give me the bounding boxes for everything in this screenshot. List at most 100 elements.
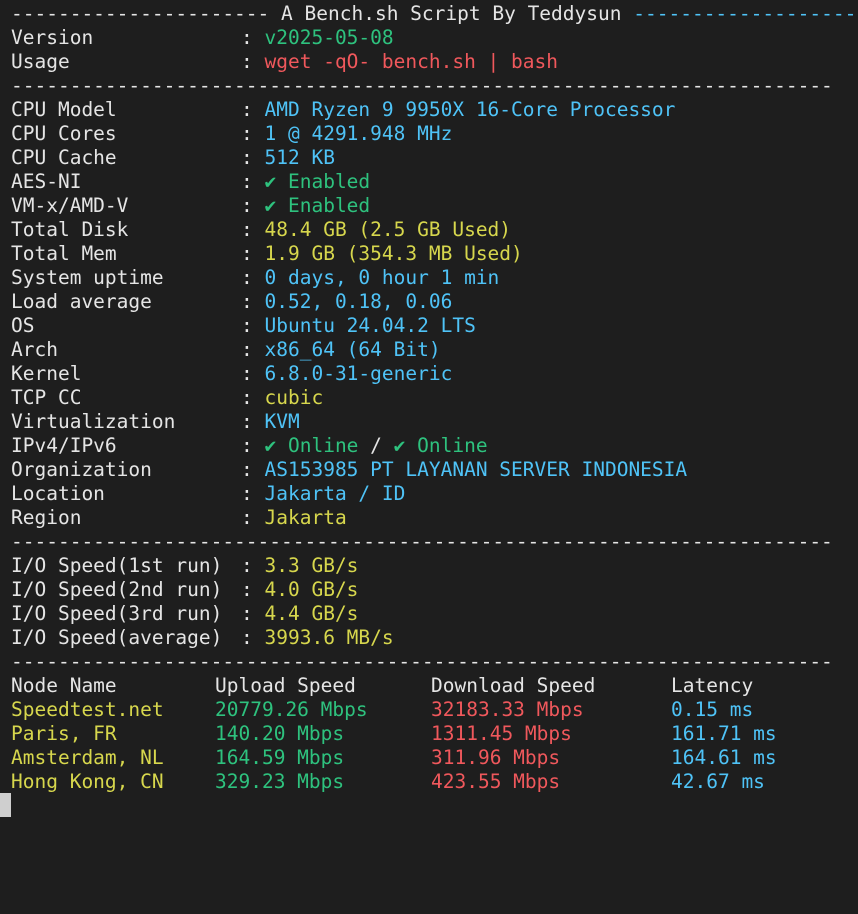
info-key: Total Disk	[11, 218, 129, 241]
latency: 42.67 ms	[671, 770, 765, 793]
info-colon: :	[241, 338, 253, 361]
info-row-load-average: Load average: 0.52, 0.18, 0.06	[11, 290, 452, 314]
header-left-dashes: ----------------------	[11, 2, 270, 25]
info-value: 1.9 GB (354.3 MB Used)	[264, 242, 523, 265]
info-key: AES-NI	[11, 170, 82, 193]
info-value: 0 days, 0 hour 1 min	[264, 266, 500, 289]
info-row-usage: Usage: wget -qO- bench.sh | bash	[11, 50, 558, 74]
info-key: Region	[11, 506, 82, 529]
info-key: OS	[11, 314, 35, 337]
info-row-cpu-model: CPU Model: AMD Ryzen 9 9950X 16-Core Pro…	[11, 98, 675, 122]
info-colon: :	[241, 314, 253, 337]
info-key: Load average	[11, 290, 152, 313]
info-value: ✔ Enabled	[264, 170, 371, 193]
col-header-download: Download Speed	[431, 674, 596, 697]
info-key: CPU Cores	[11, 122, 117, 145]
info-row-kernel: Kernel: 6.8.0-31-generic	[11, 362, 452, 386]
latency: 0.15 ms	[671, 698, 754, 721]
header-right-dashes: -------------------	[633, 2, 857, 25]
terminal-cursor[interactable]	[0, 793, 11, 817]
info-value: 6.8.0-31-generic	[264, 362, 453, 385]
info-value: v2025-05-08	[264, 26, 394, 49]
separator: ----------------------------------------…	[11, 530, 833, 553]
info-row-aes-ni: AES-NI: ✔ Enabled	[11, 170, 370, 194]
header-line: ---------------------- A Bench.sh Script…	[11, 2, 856, 26]
info-key: System uptime	[11, 266, 164, 289]
info-key: Location	[11, 482, 105, 505]
info-colon: :	[241, 602, 253, 625]
io-row-3rd: I/O Speed(3rd run): 4.4 GB/s	[11, 602, 358, 626]
upload-speed: 20779.26 Mbps	[215, 698, 368, 721]
node-name: Paris, FR	[11, 722, 117, 745]
info-colon: :	[241, 26, 253, 49]
info-row-uptime: System uptime: 0 days, 0 hour 1 min	[11, 266, 499, 290]
info-key: Total Mem	[11, 242, 117, 265]
io-key: I/O Speed(average)	[11, 626, 223, 649]
info-colon: :	[241, 170, 253, 193]
info-key: CPU Model	[11, 98, 117, 121]
upload-speed: 329.23 Mbps	[215, 770, 345, 793]
node-name: Speedtest.net	[11, 698, 164, 721]
io-value: 3.3 GB/s	[264, 554, 359, 577]
info-colon: :	[241, 290, 253, 313]
info-key: Version	[11, 26, 94, 49]
latency: 164.61 ms	[671, 746, 777, 769]
ipv6-status: ✔ Online	[393, 434, 488, 457]
io-row-1st: I/O Speed(1st run): 3.3 GB/s	[11, 554, 358, 578]
upload-speed: 164.59 Mbps	[215, 746, 345, 769]
info-value: 1 @ 4291.948 MHz	[264, 122, 453, 145]
io-value: 4.4 GB/s	[264, 602, 359, 625]
separator: ----------------------------------------…	[11, 650, 833, 673]
info-key: CPU Cache	[11, 146, 117, 169]
info-key: TCP CC	[11, 386, 82, 409]
table-row: Hong Kong, CN 329.23 Mbps 423.55 Mbps 42…	[11, 770, 851, 794]
info-colon: :	[241, 122, 253, 145]
col-header-upload: Upload Speed	[215, 674, 356, 697]
info-colon: :	[241, 194, 253, 217]
info-colon: :	[241, 458, 253, 481]
info-value: AS153985 PT LAYANAN SERVER INDONESIA	[264, 458, 688, 481]
info-row-total-mem: Total Mem: 1.9 GB (354.3 MB Used)	[11, 242, 523, 266]
table-row: Paris, FR 140.20 Mbps 1311.45 Mbps 161.7…	[11, 722, 851, 746]
info-row-organization: Organization: AS153985 PT LAYANAN SERVER…	[11, 458, 687, 482]
info-key: Kernel	[11, 362, 82, 385]
info-colon: :	[241, 218, 253, 241]
info-colon: :	[241, 554, 253, 577]
latency: 161.71 ms	[671, 722, 777, 745]
info-key: Usage	[11, 50, 70, 73]
info-row-vm-x: VM-x/AMD-V: ✔ Enabled	[11, 194, 370, 218]
info-value: KVM	[264, 410, 300, 433]
node-name: Amsterdam, NL	[11, 746, 164, 769]
info-row-cpu-cores: CPU Cores: 1 @ 4291.948 MHz	[11, 122, 452, 146]
info-key: Virtualization	[11, 410, 176, 433]
download-speed: 1311.45 Mbps	[431, 722, 572, 745]
info-value: ✔ Enabled	[264, 194, 371, 217]
info-row-region: Region: Jakarta	[11, 506, 347, 530]
info-value: Ubuntu 24.04.2 LTS	[264, 314, 476, 337]
io-row-2nd: I/O Speed(2nd run): 4.0 GB/s	[11, 578, 358, 602]
download-speed: 32183.33 Mbps	[431, 698, 584, 721]
info-value: 0.52, 0.18, 0.06	[264, 290, 453, 313]
table-row: Speedtest.net 20779.26 Mbps 32183.33 Mbp…	[11, 698, 851, 722]
col-header-latency: Latency	[671, 674, 754, 697]
separator: ----------------------------------------…	[11, 74, 833, 97]
download-speed: 423.55 Mbps	[431, 770, 561, 793]
info-colon: :	[241, 626, 253, 649]
info-value: cubic	[264, 386, 324, 409]
info-colon: :	[241, 266, 253, 289]
info-key: IPv4/IPv6	[11, 434, 117, 457]
info-value: Jakarta	[264, 506, 347, 529]
info-row-total-disk: Total Disk: 48.4 GB (2.5 GB Used)	[11, 218, 511, 242]
info-value: x86_64 (64 Bit)	[264, 338, 441, 361]
node-name: Hong Kong, CN	[11, 770, 164, 793]
ipv4-status: ✔ Online	[264, 434, 359, 457]
info-row-location: Location: Jakarta / ID	[11, 482, 405, 506]
io-key: I/O Speed(1st run)	[11, 554, 223, 577]
io-key: I/O Speed(3rd run)	[11, 602, 223, 625]
header-title: A Bench.sh Script By Teddysun	[281, 2, 622, 25]
terminal-window[interactable]: ---------------------- A Bench.sh Script…	[0, 0, 858, 817]
info-colon: :	[241, 50, 253, 73]
table-row: Amsterdam, NL 164.59 Mbps 311.96 Mbps 16…	[11, 746, 851, 770]
io-value: 3993.6 MB/s	[264, 626, 394, 649]
info-value: 512 KB	[264, 146, 335, 169]
